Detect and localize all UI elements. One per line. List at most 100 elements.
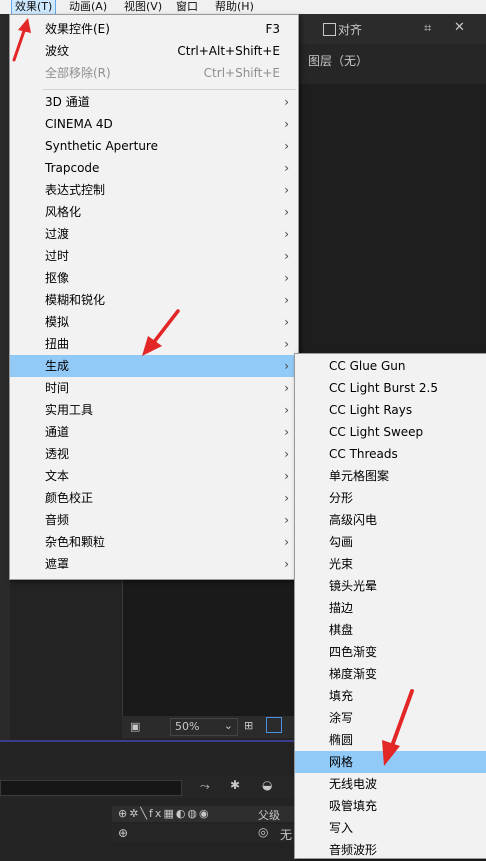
chevron-right-icon: › — [284, 161, 289, 175]
submenu-item[interactable]: 镜头光晕 — [295, 575, 486, 597]
menu-item-category[interactable]: 实用工具 › — [10, 399, 298, 421]
submenu-item[interactable]: 分形 — [295, 487, 486, 509]
submenu-item-label: 单元格图案 — [329, 469, 390, 483]
submenu-item[interactable]: 无线电波 — [295, 773, 486, 795]
submenu-item[interactable]: 勾画 — [295, 531, 486, 553]
menu-item-category[interactable]: 模糊和锐化 › — [10, 289, 298, 311]
submenu-item[interactable]: CC Glue Gun — [295, 355, 486, 377]
submenu-item[interactable]: 椭圆 — [295, 729, 486, 751]
parent-value[interactable]: 无 — [280, 826, 292, 843]
submenu-item[interactable]: CC Threads — [295, 443, 486, 465]
menu-effects[interactable]: 效果(T) — [10, 0, 57, 15]
menu-animation[interactable]: 动画(A) — [66, 0, 110, 14]
menu-item-ripple[interactable]: 波纹 Ctrl+Alt+Shift+E — [10, 40, 298, 62]
menu-item-category[interactable]: 过渡 › — [10, 223, 298, 245]
menu-item-category[interactable]: 时间 › — [10, 377, 298, 399]
shy-icon[interactable]: ⊕ — [118, 826, 128, 840]
submenu-item[interactable]: 填充 — [295, 685, 486, 707]
flowchart-icon[interactable]: ⤳ — [200, 779, 210, 794]
menu-window[interactable]: 窗口 — [173, 0, 201, 14]
submenu-item-label: 填充 — [329, 689, 354, 703]
effects-menu: 效果控件(E) F3 波纹 Ctrl+Alt+Shift+E 全部移除(R) C… — [9, 14, 299, 580]
menu-item-category[interactable]: Synthetic Aperture › — [10, 135, 298, 157]
submenu-item[interactable]: CC Light Rays — [295, 399, 486, 421]
menu-item-category[interactable]: 扭曲 › — [10, 333, 298, 355]
menu-item-label: Synthetic Aperture — [45, 139, 158, 153]
chevron-right-icon: › — [284, 447, 289, 461]
chevron-right-icon: › — [284, 271, 289, 285]
timeline-toolbar: ⤳ ✱ ◒ — [0, 776, 296, 798]
submenu-item[interactable]: 梯度渐变 — [295, 663, 486, 685]
submenu-item-label: 梯度渐变 — [329, 667, 378, 681]
submenu-item[interactable]: 四色渐变 — [295, 641, 486, 663]
menu-item-label: 3D 通道 — [45, 95, 90, 109]
submenu-item-label: CC Light Rays — [329, 403, 413, 417]
layer-panel-header: 图层（无） — [296, 44, 486, 84]
submenu-item-label: 涂写 — [329, 711, 354, 725]
menu-item-category[interactable]: 过时 › — [10, 245, 298, 267]
parent-pickwhip-icon[interactable]: ◎ — [258, 825, 268, 839]
submenu-item[interactable]: CC Light Burst 2.5 — [295, 377, 486, 399]
chevron-right-icon: › — [284, 535, 289, 549]
menu-item-label: 波纹 — [45, 44, 70, 58]
submenu-item[interactable]: 网格 — [295, 751, 486, 773]
align-checkbox[interactable] — [323, 23, 336, 36]
viewer-toolbar: ▣ 50% ⌄ ⊞ — [122, 716, 297, 738]
menu-item-remove-all: 全部移除(R) Ctrl+Shift+E — [10, 62, 298, 84]
menu-item-category[interactable]: 通道 › — [10, 421, 298, 443]
draft-3d-icon[interactable]: ✱ — [230, 778, 240, 792]
chevron-right-icon: › — [284, 359, 289, 373]
motion-blur-icon[interactable]: ◒ — [262, 778, 272, 792]
menu-item-category[interactable]: CINEMA 4D › — [10, 113, 298, 135]
chevron-right-icon: › — [284, 513, 289, 527]
timeline-search-input[interactable] — [0, 780, 182, 796]
menu-item-label: 通道 — [45, 425, 70, 439]
menu-item-category[interactable]: 颜色校正 › — [10, 487, 298, 509]
menu-item-label: 表达式控制 — [45, 183, 106, 197]
close-icon[interactable]: ✕ — [454, 20, 465, 35]
submenu-item[interactable]: 涂写 — [295, 707, 486, 729]
submenu-item[interactable]: 棋盘 — [295, 619, 486, 641]
menu-item-category[interactable]: Trapcode › — [10, 157, 298, 179]
menu-item-label: Trapcode — [45, 161, 100, 175]
submenu-item-label: 音频波形 — [329, 843, 378, 857]
submenu-item[interactable]: 描边 — [295, 597, 486, 619]
submenu-item-label: 写入 — [329, 821, 354, 835]
submenu-item[interactable]: 高级闪电 — [295, 509, 486, 531]
menu-item-category[interactable]: 杂色和颗粒 › — [10, 531, 298, 553]
menu-item-category[interactable]: 模拟 › — [10, 311, 298, 333]
menu-item-label: 过渡 — [45, 227, 70, 241]
menu-item-effect-controls[interactable]: 效果控件(E) F3 — [10, 18, 298, 40]
monitor-icon[interactable]: ▣ — [130, 720, 140, 733]
menu-item-category[interactable]: 风格化 › — [10, 201, 298, 223]
menu-view[interactable]: 视图(V) — [121, 0, 165, 14]
menu-help[interactable]: 帮助(H) — [212, 0, 257, 14]
menu-item-label: 全部移除(R) — [45, 66, 111, 80]
menu-item-category[interactable]: 文本 › — [10, 465, 298, 487]
submenu-item-label: CC Light Burst 2.5 — [329, 381, 438, 395]
submenu-item[interactable]: CC Light Sweep — [295, 421, 486, 443]
layer-label: 图层（无） — [308, 54, 369, 68]
submenu-item[interactable]: 音频波形 — [295, 839, 486, 861]
menu-item-category[interactable]: 表达式控制 › — [10, 179, 298, 201]
chevron-right-icon: › — [284, 425, 289, 439]
submenu-item-label: 四色渐变 — [329, 645, 378, 659]
zoom-dropdown[interactable]: 50% ⌄ — [170, 718, 238, 736]
grid-icon[interactable]: ⊞ — [244, 719, 253, 732]
submenu-item[interactable]: 单元格图案 — [295, 465, 486, 487]
menu-item-category[interactable]: 3D 通道 › — [10, 91, 298, 113]
menu-item-category[interactable]: 透视 › — [10, 443, 298, 465]
submenu-item-label: 描边 — [329, 601, 354, 615]
submenu-item[interactable]: 光束 — [295, 553, 486, 575]
submenu-item[interactable]: 吸管填充 — [295, 795, 486, 817]
submenu-item-label: 镜头光晕 — [329, 579, 378, 593]
chevron-right-icon: › — [284, 337, 289, 351]
snap-icon[interactable]: ⌗ — [424, 21, 431, 36]
menu-item-category[interactable]: 生成 › — [10, 355, 298, 377]
chevron-right-icon: › — [284, 381, 289, 395]
submenu-item[interactable]: 写入 — [295, 817, 486, 839]
menu-item-category[interactable]: 抠像 › — [10, 267, 298, 289]
mask-icon[interactable] — [266, 717, 282, 733]
menu-item-category[interactable]: 遮罩 › — [10, 553, 298, 575]
menu-item-category[interactable]: 音频 › — [10, 509, 298, 531]
